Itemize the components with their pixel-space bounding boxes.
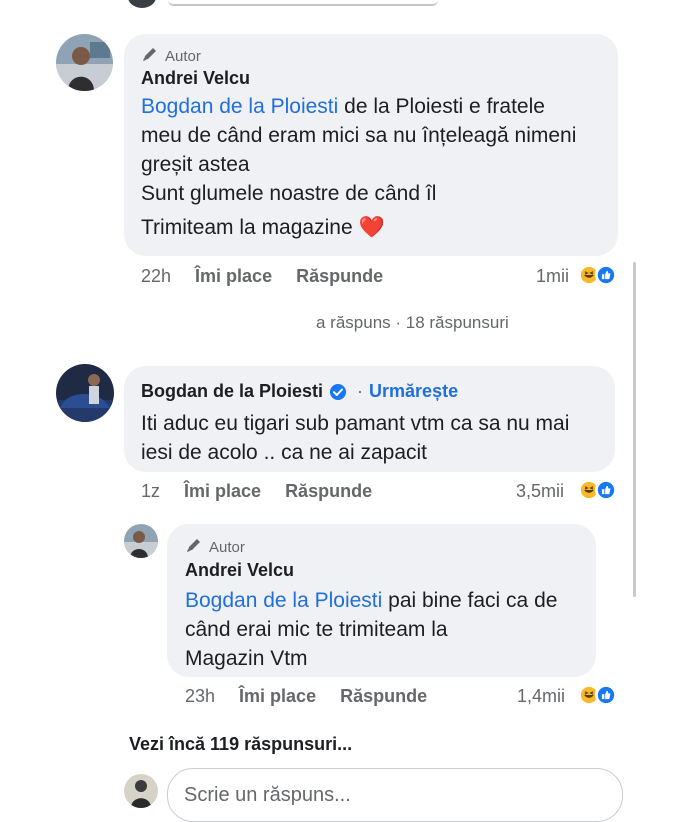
comment-text-line: Sunt glumele noastre de când îl (141, 182, 437, 205)
comment-actions: 1z Îmi place Răspunde (141, 481, 372, 502)
like-button[interactable]: Îmi place (184, 481, 261, 502)
author-badge-label: Autor (165, 47, 201, 65)
reply-button[interactable]: Răspunde (340, 686, 427, 707)
view-more-replies-link[interactable]: Vezi încă 119 răspunsuri... (129, 734, 352, 755)
avatar-andrei-velcu[interactable] (56, 34, 113, 91)
like-button[interactable]: Îmi place (239, 686, 316, 707)
reaction-icons[interactable] (578, 684, 617, 706)
comment-time[interactable]: 1z (141, 481, 160, 502)
heart-emoji: ❤️ (358, 216, 385, 239)
comment-time[interactable]: 22h (141, 266, 171, 287)
comment-author-name[interactable]: Andrei Velcu (141, 68, 250, 89)
reply-button[interactable]: Răspunde (296, 266, 383, 287)
comment-text-line: meu de când eram mici sa nu înțeleagă ni… (141, 124, 577, 147)
comment-text-line: Iti aduc eu tigari sub pamant vtm ca sa … (141, 412, 570, 435)
previous-comment-avatar (128, 0, 156, 8)
pen-icon (185, 536, 203, 558)
reply-button[interactable]: Răspunde (285, 481, 372, 502)
author-badge: Autor (185, 536, 245, 558)
comment-author-name[interactable]: Bogdan de la Ploiesti (141, 381, 323, 402)
comment-text: Iti aduc eu tigari sub pamant vtm ca sa … (141, 409, 569, 467)
comment-text-line: greșit astea (141, 153, 250, 176)
like-reaction-icon (595, 479, 617, 501)
author-badge-label: Autor (209, 538, 245, 556)
like-reaction-icon (595, 264, 617, 286)
separator-dot: · (357, 381, 364, 401)
reaction-count[interactable]: 1mii (536, 266, 569, 287)
reply-input-placeholder: Scrie un răspuns... (184, 783, 351, 806)
like-reaction-icon (595, 684, 617, 706)
current-user-avatar (124, 774, 158, 808)
comment-author-name[interactable]: Andrei Velcu (185, 560, 294, 581)
reaction-icons[interactable] (578, 264, 617, 286)
scrollbar[interactable] (633, 262, 636, 597)
comment-actions: 23h Îmi place Răspunde (185, 686, 427, 707)
verified-check-icon (329, 383, 347, 401)
comment-time[interactable]: 23h (185, 686, 215, 707)
previous-comment-fragment (168, 0, 438, 6)
comment-actions: 22h Îmi place Răspunde (141, 266, 383, 287)
comment-text-line: Trimiteam la magazine (141, 216, 353, 239)
follow-button[interactable]: Urmărește (369, 381, 458, 402)
comment-text-line: de la Ploiesti e fratele (338, 95, 545, 118)
comment-text: Bogdan de la Ploiesti pai bine faci ca d… (185, 586, 557, 673)
author-badge: Autor (141, 45, 201, 67)
comment-text-line: iesi de acolo .. ca ne ai zapacit (141, 441, 428, 464)
mention-link[interactable]: Bogdan de la Ploiesti (141, 95, 338, 118)
pen-icon (141, 45, 159, 67)
reaction-count[interactable]: 1,4mii (517, 686, 565, 707)
view-replies-summary[interactable]: a răspuns · 18 răspunsuri (316, 313, 509, 333)
comment-text-line: Magazin Vtm (185, 647, 308, 670)
reply-input[interactable]: Scrie un răspuns... (167, 768, 623, 822)
avatar-bogdan-de-la-ploiesti[interactable] (56, 364, 114, 422)
comment-text-line: când erai mic te trimiteam la (185, 618, 448, 641)
comment-text: Bogdan de la Ploiesti de la Ploiesti e f… (141, 92, 576, 242)
reaction-count[interactable]: 3,5mii (516, 481, 564, 502)
reaction-icons[interactable] (578, 479, 617, 501)
mention-link[interactable]: Bogdan de la Ploiesti (185, 589, 382, 612)
avatar-andrei-velcu[interactable] (124, 524, 158, 558)
like-button[interactable]: Îmi place (195, 266, 272, 287)
comment-text-line: pai bine faci ca de (382, 589, 558, 612)
comment-header: Bogdan de la Ploiesti · Urmărește (141, 381, 458, 402)
